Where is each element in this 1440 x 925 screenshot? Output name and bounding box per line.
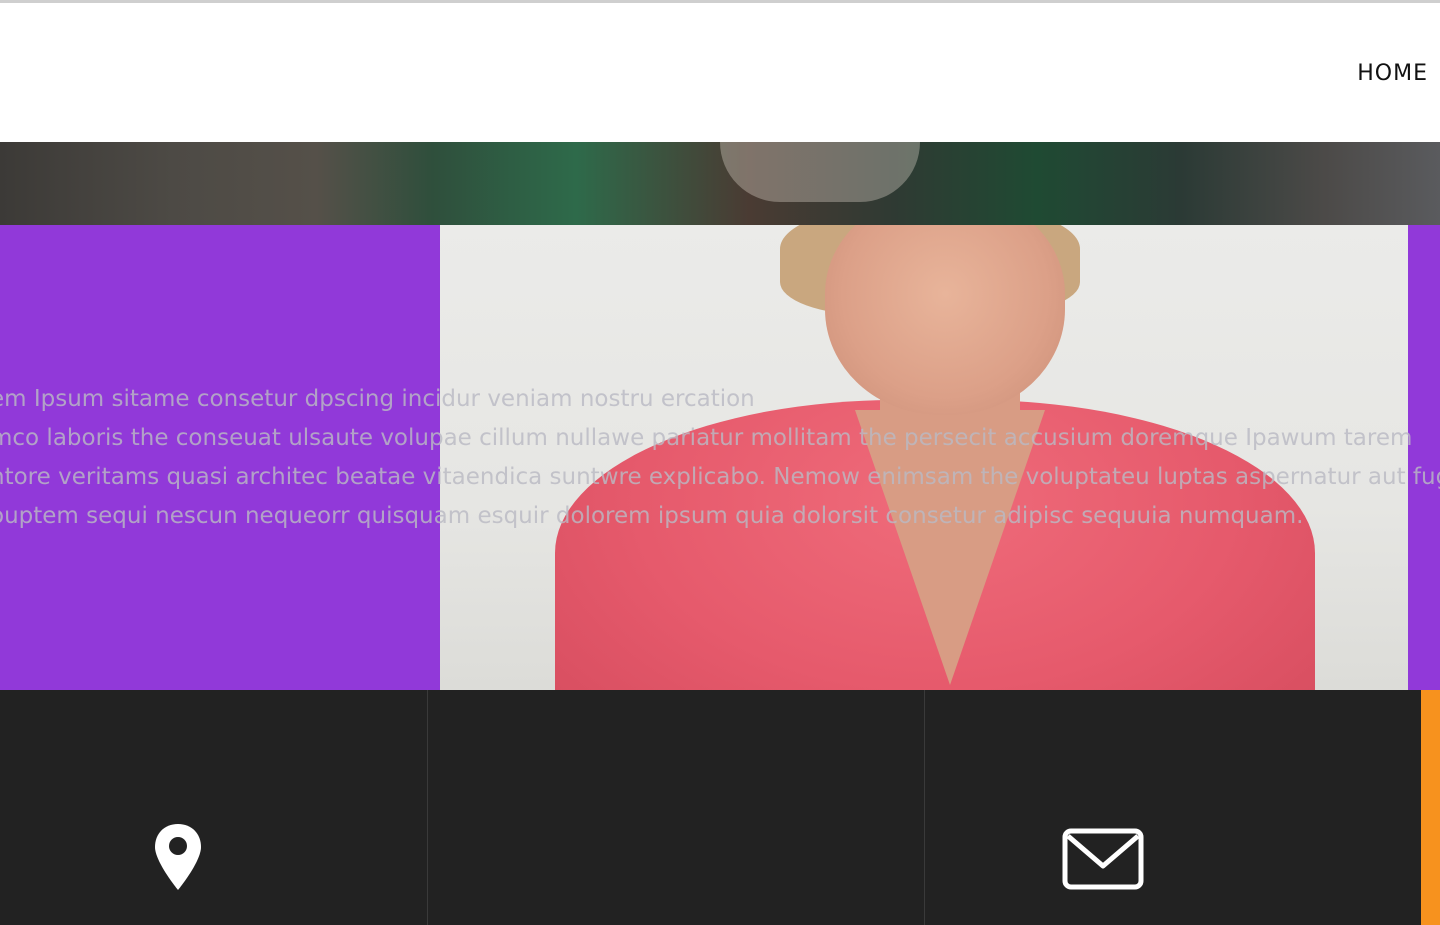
accent-bar: [1421, 690, 1440, 925]
hero-image-strip: [0, 142, 1440, 225]
intro-line: em Ipsum sitame consetur dpscing incidur…: [0, 386, 755, 412]
contact-phone-column: [925, 690, 1421, 925]
nav-home-link[interactable]: HOME: [1357, 61, 1428, 86]
intro-paragraph: em Ipsum sitame consetur dpscing incidur…: [0, 380, 1440, 536]
hero-photo-detail: [720, 142, 920, 202]
contact-address-column: [0, 690, 428, 925]
page: HOME em Ipsum sitame consetur dpscing in…: [0, 0, 1440, 925]
intro-line: ouptem sequi nescun nequeorr quisquam es…: [0, 503, 1304, 529]
intro-line: mco laboris the conseuat ulsaute volupae…: [0, 425, 1413, 451]
site-header: HOME: [0, 0, 1440, 142]
map-pin-icon[interactable]: [152, 822, 204, 892]
contact-email-column: [428, 690, 1144, 925]
contact-section: [0, 690, 1440, 925]
intro-line: ntore veritams quasi architec beatae vit…: [0, 464, 1440, 490]
